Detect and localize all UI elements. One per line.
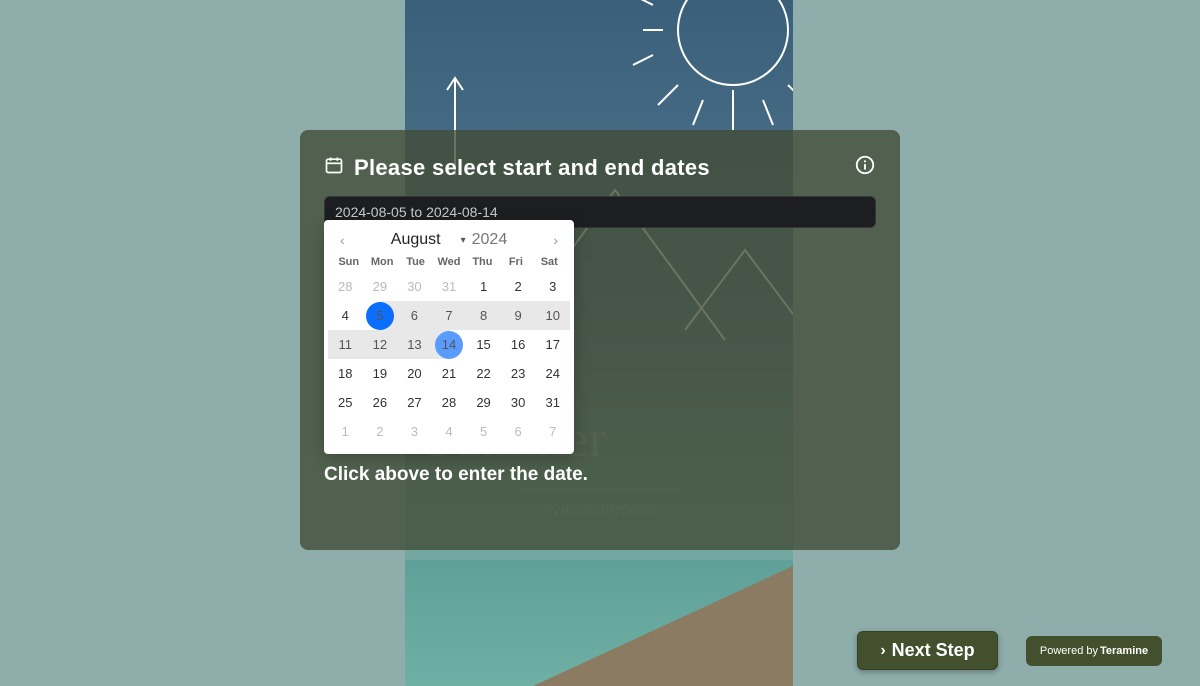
calendar-day[interactable]: 25 <box>328 388 363 417</box>
calendar-day[interactable]: 7 <box>535 417 570 446</box>
calendar-day[interactable]: 27 <box>397 388 432 417</box>
info-icon[interactable] <box>854 154 876 182</box>
calendar-day[interactable]: 4 <box>432 417 467 446</box>
month-select[interactable]: August ▾ <box>391 231 466 249</box>
calendar-popup: ‹ August ▾ 2024 › SunMonTueWedThuFriSat … <box>324 220 574 454</box>
panel-title: Please select start and end dates <box>354 155 710 181</box>
prev-month-button[interactable]: ‹ <box>334 230 351 250</box>
calendar-day[interactable]: 20 <box>397 359 432 388</box>
calendar-day[interactable]: 31 <box>535 388 570 417</box>
calendar-day[interactable]: 7 <box>432 301 467 330</box>
calendar-day[interactable]: 8 <box>466 301 501 330</box>
calendar-day[interactable]: 2 <box>363 417 398 446</box>
calendar-day[interactable]: 29 <box>466 388 501 417</box>
calendar-day[interactable]: 13 <box>397 330 432 359</box>
day-of-week-row: SunMonTueWedThuFriSat <box>328 254 570 272</box>
calendar-day[interactable]: 5 <box>466 417 501 446</box>
calendar-day[interactable]: 15 <box>466 330 501 359</box>
next-step-label: Next Step <box>892 640 975 661</box>
calendar-day[interactable]: 9 <box>501 301 536 330</box>
dock-illustration <box>533 566 793 686</box>
calendar-day[interactable]: 1 <box>328 417 363 446</box>
calendar-day[interactable]: 2 <box>501 272 536 301</box>
calendar-day[interactable]: 5 <box>363 301 398 330</box>
calendar-day[interactable]: 4 <box>328 301 363 330</box>
calendar-day[interactable]: 19 <box>363 359 398 388</box>
calendar-day[interactable]: 10 <box>535 301 570 330</box>
calendar-day[interactable]: 22 <box>466 359 501 388</box>
calendar-day[interactable]: 3 <box>397 417 432 446</box>
calendar-day[interactable]: 24 <box>535 359 570 388</box>
next-step-button[interactable]: › Next Step <box>857 631 998 670</box>
calendar-day[interactable]: 29 <box>363 272 398 301</box>
calendar-day[interactable]: 28 <box>328 272 363 301</box>
calendar-icon <box>324 155 344 181</box>
calendar-day[interactable]: 6 <box>501 417 536 446</box>
calendar-day[interactable]: 18 <box>328 359 363 388</box>
calendar-day[interactable]: 30 <box>397 272 432 301</box>
helper-text: Click above to enter the date. <box>324 464 588 486</box>
calendar-day[interactable]: 23 <box>501 359 536 388</box>
calendar-day[interactable]: 21 <box>432 359 467 388</box>
month-label: August <box>391 231 441 249</box>
calendar-day[interactable]: 1 <box>466 272 501 301</box>
next-month-button[interactable]: › <box>547 230 564 250</box>
calendar-day[interactable]: 16 <box>501 330 536 359</box>
date-range-value: 2024-08-05 to 2024-08-14 <box>335 204 498 220</box>
calendar-day[interactable]: 12 <box>363 330 398 359</box>
calendar-day[interactable]: 11 <box>328 330 363 359</box>
powered-brand: Teramine <box>1100 645 1148 657</box>
calendar-day[interactable]: 3 <box>535 272 570 301</box>
calendar-day[interactable]: 30 <box>501 388 536 417</box>
powered-prefix: Powered by <box>1040 645 1098 657</box>
calendar-day[interactable]: 17 <box>535 330 570 359</box>
chevron-right-icon: › <box>880 642 885 660</box>
calendar-day[interactable]: 31 <box>432 272 467 301</box>
year-label[interactable]: 2024 <box>472 231 508 249</box>
calendar-day[interactable]: 6 <box>397 301 432 330</box>
calendar-day[interactable]: 14 <box>432 330 467 359</box>
calendar-day[interactable]: 26 <box>363 388 398 417</box>
chevron-down-icon: ▾ <box>461 235 466 246</box>
powered-by-link[interactable]: Powered by Teramine <box>1026 636 1162 666</box>
calendar-day[interactable]: 28 <box>432 388 467 417</box>
